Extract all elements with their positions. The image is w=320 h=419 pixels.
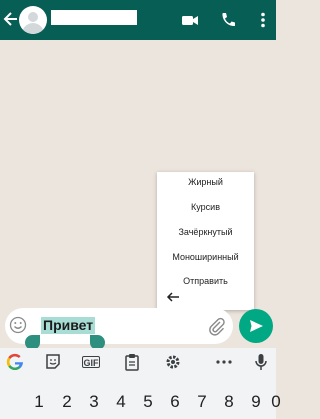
gif-button[interactable]: GIF [82, 356, 100, 368]
google-g-icon[interactable] [5, 352, 25, 372]
format-strikethrough[interactable]: Зачёркнутый [157, 220, 254, 244]
selected-message-text[interactable]: Привет [41, 317, 96, 334]
format-bold[interactable]: Жирный [157, 170, 254, 194]
more-horiz-icon[interactable] [214, 352, 234, 372]
key-0[interactable]: 0 [264, 392, 288, 412]
key-2[interactable]: 2 [55, 392, 79, 412]
key-8[interactable]: 8 [217, 392, 241, 412]
format-italic[interactable]: Курсив [157, 195, 254, 219]
video-call-icon[interactable] [181, 11, 199, 29]
send-button[interactable] [239, 309, 273, 343]
clipboard-icon[interactable] [122, 352, 142, 372]
avatar[interactable] [19, 6, 47, 34]
key-6[interactable]: 6 [163, 392, 187, 412]
format-menu: Жирный Курсив Зачёркнутый Моноширинный О… [157, 172, 254, 310]
key-3[interactable]: 3 [82, 392, 106, 412]
key-7[interactable]: 7 [190, 392, 214, 412]
smiley-icon[interactable] [9, 316, 27, 334]
key-1[interactable]: 1 [27, 392, 51, 412]
key-5[interactable]: 5 [136, 392, 160, 412]
key-4[interactable]: 4 [109, 392, 133, 412]
back-arrow-icon[interactable] [3, 10, 19, 28]
more-vert-icon[interactable] [254, 11, 272, 29]
menu-back-arrow-icon[interactable] [165, 289, 181, 305]
paperclip-icon[interactable] [207, 316, 227, 336]
send-icon [250, 320, 263, 332]
sticker-icon[interactable] [43, 352, 63, 372]
mic-icon[interactable] [251, 352, 271, 372]
gear-icon[interactable] [163, 352, 183, 372]
phone-icon[interactable] [219, 11, 237, 29]
format-monospace[interactable]: Моноширинный [157, 245, 254, 269]
contact-name-redacted[interactable] [51, 10, 137, 25]
